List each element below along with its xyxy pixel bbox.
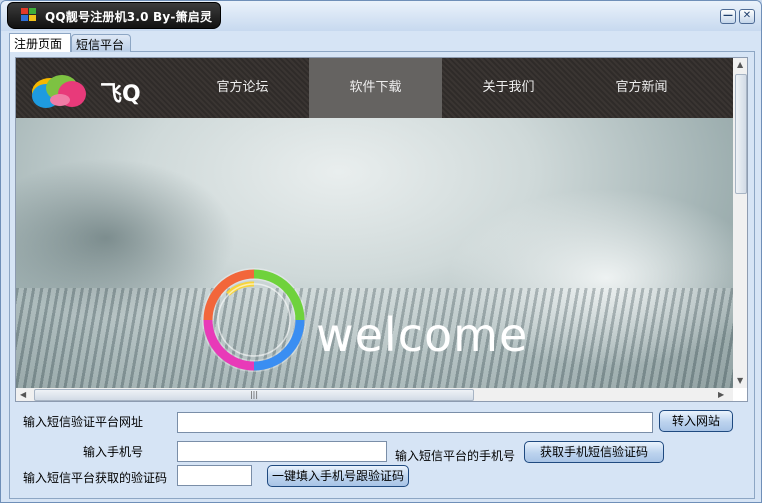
minimize-icon: — [723,10,733,21]
close-icon: ✕ [742,10,752,21]
nav-forum-link[interactable]: 官方论坛 [176,58,309,118]
code-input[interactable] [177,465,252,486]
fill-phone-code-button[interactable]: 一键填入手机号跟验证码 [267,465,409,487]
platform-phone-label: 输入短信平台的手机号 [395,449,516,463]
code-label: 输入短信平台获取的验证码 [23,471,168,485]
scroll-down-icon[interactable]: ▼ [737,376,743,385]
tab-register-page[interactable]: 注册页面 [9,33,71,52]
tab-sms-platform[interactable]: 短信平台 [71,34,131,52]
phone-input[interactable] [177,441,387,462]
scroll-up-icon[interactable]: ▲ [737,60,743,69]
site-logo-text: 飞Q [100,82,141,107]
window-title: QQ靓号注册机3.0 By-箫启灵 [45,10,213,24]
app-icon [21,8,37,22]
horizontal-scroll-thumb[interactable]: ||| [34,389,474,401]
hero-welcome-text: welcome [316,308,529,362]
url-input[interactable] [177,412,653,433]
goto-site-button[interactable]: 转入网站 [659,410,733,432]
minimize-button[interactable]: — [720,9,736,24]
site-logo-icon [32,75,86,108]
scroll-right-icon[interactable]: ▶ [718,390,724,399]
app-window: QQ靓号注册机3.0 By-箫启灵 — ✕ 注册页面 短信平台 飞Q 官方论坛 … [0,0,762,503]
vertical-scroll-thumb[interactable] [735,74,747,194]
nav-about-link[interactable]: 关于我们 [442,58,575,118]
hero-banner: welcome [16,118,733,388]
web-browser-view[interactable]: 飞Q 官方论坛 软件下载 关于我们 官方新闻 welcome ▲ ▼ ◀ |||… [15,57,748,402]
phone-label: 输入手机号 [83,445,144,459]
vertical-scrollbar[interactable]: ▲ ▼ [733,58,747,388]
nav-download-link[interactable]: 软件下载 [309,58,442,118]
horizontal-scrollbar[interactable]: ◀ ||| ▶ [16,388,733,401]
url-label: 输入短信验证平台网址 [23,415,144,429]
scroll-left-icon[interactable]: ◀ [20,390,26,399]
nav-news-link[interactable]: 官方新闻 [575,58,708,118]
title-bar: QQ靓号注册机3.0 By-箫启灵 — ✕ [1,1,761,31]
get-sms-code-button[interactable]: 获取手机短信验证码 [524,441,664,463]
ring-logo-icon [202,268,306,372]
site-nav-bar: 飞Q 官方论坛 软件下载 关于我们 官方新闻 [16,58,733,118]
close-button[interactable]: ✕ [739,9,755,24]
